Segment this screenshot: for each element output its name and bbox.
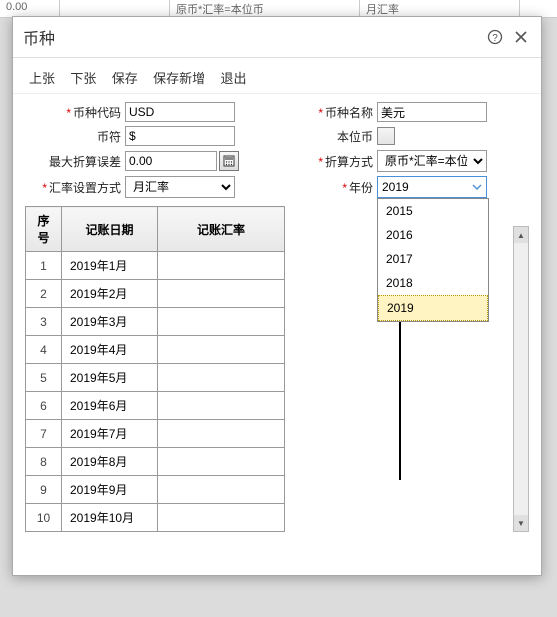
cell-date: 2019年5月 [62, 364, 158, 392]
table-row[interactable]: 52019年5月 [26, 364, 285, 392]
cell-index: 10 [26, 504, 62, 532]
bg-cell: 0.00 [0, 0, 60, 17]
cell-rate[interactable] [158, 252, 285, 280]
ratemode-label: *汇率设置方式 [25, 179, 125, 196]
toolbar: 上张 下张 保存 保存新增 退出 [13, 58, 541, 94]
cell-index: 7 [26, 420, 62, 448]
year-value: 2019 [382, 180, 409, 194]
table-row[interactable]: 32019年3月 [26, 308, 285, 336]
chevron-down-icon [472, 182, 482, 192]
ratemode-select[interactable]: 月汇率 [125, 176, 235, 198]
table-row[interactable]: 62019年6月 [26, 392, 285, 420]
cell-rate[interactable] [158, 504, 285, 532]
symbol-input[interactable] [125, 126, 235, 146]
table-row[interactable]: 42019年4月 [26, 336, 285, 364]
exit-button[interactable]: 退出 [220, 71, 246, 86]
cell-rate[interactable] [158, 364, 285, 392]
cell-rate[interactable] [158, 336, 285, 364]
cell-rate[interactable] [158, 280, 285, 308]
year-label: *年份 [277, 179, 377, 196]
help-icon[interactable]: ? [485, 27, 505, 47]
name-label: *币种名称 [277, 104, 377, 121]
year-option[interactable]: 2018 [378, 271, 488, 295]
table-row[interactable]: 92019年9月 [26, 476, 285, 504]
cell-index: 6 [26, 392, 62, 420]
cell-rate[interactable] [158, 308, 285, 336]
calcmethod-label: *折算方式 [277, 153, 377, 170]
cell-index: 4 [26, 336, 62, 364]
table-row[interactable]: 82019年8月 [26, 448, 285, 476]
maxdiff-input[interactable] [125, 151, 217, 171]
currency-dialog: 币种 ? 上张 下张 保存 保存新增 退出 *币种代码 *币种名称 币符 [12, 16, 542, 576]
rate-grid: 序号 记账日期 记账汇率 12019年1月22019年2月32019年3月420… [25, 206, 285, 532]
cell-index: 3 [26, 308, 62, 336]
cell-index: 8 [26, 448, 62, 476]
table-row[interactable]: 102019年10月 [26, 504, 285, 532]
year-option-selected[interactable]: 2019 [378, 295, 488, 321]
cell-date: 2019年8月 [62, 448, 158, 476]
calcmethod-select[interactable]: 原币*汇率=本位币 [377, 150, 487, 172]
table-row[interactable]: 72019年7月 [26, 420, 285, 448]
cell-index: 5 [26, 364, 62, 392]
std-checkbox[interactable] [377, 127, 395, 145]
scroll-up-icon[interactable]: ▲ [514, 227, 528, 243]
year-option[interactable]: 2016 [378, 223, 488, 247]
cell-rate[interactable] [158, 448, 285, 476]
year-select[interactable]: 2019 [377, 176, 487, 198]
year-dropdown: 2015 2016 2017 2018 2019 [377, 198, 489, 322]
cell-date: 2019年9月 [62, 476, 158, 504]
scroll-down-icon[interactable]: ▼ [514, 515, 528, 531]
cell-index: 9 [26, 476, 62, 504]
table-row[interactable]: 12019年1月 [26, 252, 285, 280]
cell-index: 1 [26, 252, 62, 280]
std-label: 本位币 [277, 128, 377, 145]
cell-index: 2 [26, 280, 62, 308]
symbol-label: 币符 [25, 128, 125, 145]
close-icon[interactable] [511, 27, 531, 47]
cell-rate[interactable] [158, 420, 285, 448]
cell-rate[interactable] [158, 392, 285, 420]
table-row[interactable]: 22019年2月 [26, 280, 285, 308]
bg-cell: 原币*汇率=本位币 [170, 0, 360, 17]
col-index: 序号 [26, 207, 62, 252]
cell-date: 2019年10月 [62, 504, 158, 532]
scrollbar[interactable]: ▲ ▼ [513, 226, 529, 532]
titlebar: 币种 ? [13, 17, 541, 58]
save-new-button[interactable]: 保存新增 [153, 71, 205, 86]
prev-button[interactable]: 上张 [29, 71, 55, 86]
bg-cell: 月汇率 [360, 0, 520, 17]
dialog-title: 币种 [23, 25, 479, 49]
maxdiff-label: 最大折算误差 [25, 153, 125, 170]
cell-date: 2019年3月 [62, 308, 158, 336]
save-button[interactable]: 保存 [112, 71, 138, 86]
cell-date: 2019年7月 [62, 420, 158, 448]
year-option[interactable]: 2017 [378, 247, 488, 271]
year-option[interactable]: 2015 [378, 199, 488, 223]
code-input[interactable] [125, 102, 235, 122]
next-button[interactable]: 下张 [70, 71, 96, 86]
form: *币种代码 *币种名称 币符 本位币 最大折算误差 [13, 94, 541, 206]
cell-date: 2019年6月 [62, 392, 158, 420]
svg-text:?: ? [492, 33, 498, 44]
cell-date: 2019年1月 [62, 252, 158, 280]
cell-date: 2019年4月 [62, 336, 158, 364]
name-input[interactable] [377, 102, 487, 122]
col-date: 记账日期 [62, 207, 158, 252]
calculator-icon[interactable] [219, 151, 239, 171]
code-label: *币种代码 [25, 104, 125, 121]
cell-date: 2019年2月 [62, 280, 158, 308]
col-rate: 记账汇率 [158, 207, 285, 252]
cell-rate[interactable] [158, 476, 285, 504]
